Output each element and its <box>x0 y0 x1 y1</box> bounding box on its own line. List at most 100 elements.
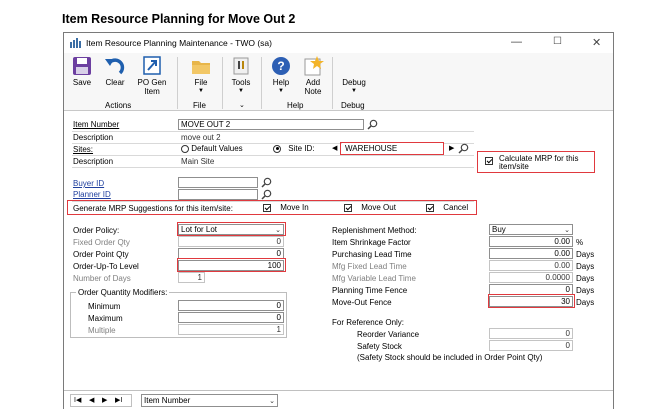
ribbon-toolbar: Save Clear PO Gen Item Actions File ▼ Fi… <box>64 53 613 111</box>
help-icon: ? <box>270 56 292 76</box>
maximize-button[interactable]: ☐ <box>553 36 562 47</box>
maintenance-window: Item Resource Planning Maintenance - TWO… <box>63 32 614 409</box>
default-values-radio[interactable] <box>181 144 189 153</box>
sort-by-select[interactable]: Item Number ⌄ <box>141 394 278 407</box>
purchasing-lead-time-field[interactable]: 0.00 <box>489 248 573 259</box>
multiple-field: 1 <box>178 324 284 335</box>
planning-time-fence-label: Planning Time Fence <box>332 286 408 295</box>
order-up-to-label: Order-Up-To Level <box>73 262 139 271</box>
mfg-variable-lead-time-field: 0.0000 <box>489 272 573 283</box>
fixed-order-qty-field: 0 <box>178 236 284 247</box>
reorder-variance-field: 0 <box>489 328 573 339</box>
group-debug: Debug <box>341 101 365 110</box>
move-in-option[interactable]: Move In <box>263 203 309 212</box>
days-unit: Days <box>576 298 595 307</box>
minimize-button[interactable]: — <box>511 36 522 48</box>
next-record-button[interactable]: ▶ <box>102 395 107 406</box>
buyer-id-field[interactable] <box>178 177 258 188</box>
next-site-button[interactable]: ▶ <box>449 144 454 152</box>
move-in-checkbox[interactable] <box>263 203 271 212</box>
default-values-option[interactable]: Default Values <box>181 144 243 153</box>
group-actions: Actions <box>105 101 132 110</box>
order-point-qty-label: Order Point Qty <box>73 250 129 259</box>
minimum-field[interactable]: 0 <box>178 300 284 311</box>
chevron-down-icon: ▼ <box>278 88 284 94</box>
title-bar: Item Resource Planning Maintenance - TWO… <box>64 33 613 53</box>
move-out-checkbox[interactable] <box>344 203 352 212</box>
site-id-radio[interactable] <box>273 144 281 153</box>
days-unit: Days <box>576 250 595 259</box>
planner-id-field[interactable] <box>178 189 258 200</box>
save-icon <box>71 56 93 76</box>
previous-site-button[interactable]: ◀ <box>332 144 337 152</box>
days-unit: Days <box>576 274 595 283</box>
replenishment-method-label: Replenishment Method: <box>332 226 417 235</box>
item-lookup-icon[interactable] <box>367 119 378 130</box>
close-button[interactable]: ✕ <box>592 36 601 49</box>
calc-mrp-label: Calculate MRP for this item/site <box>499 154 579 171</box>
order-up-to-highlight <box>177 222 286 236</box>
mfg-fixed-lead-time-field: 0.00 <box>489 260 573 271</box>
shrinkage-factor-label: Item Shrinkage Factor <box>332 238 411 247</box>
chevron-down-icon: ▼ <box>198 88 204 94</box>
site-lookup-icon[interactable] <box>458 143 469 154</box>
safety-stock-note: (Safety Stock should be included in Orde… <box>357 353 543 362</box>
fixed-order-qty-label: Fixed Order Qty <box>73 238 130 247</box>
sites-label[interactable]: Sites: <box>73 145 93 154</box>
group-help: Help <box>287 101 304 110</box>
safety-stock-label: Safety Stock <box>357 342 402 351</box>
order-quantity-modifiers-title: Order Quantity Modifiers: <box>76 288 170 297</box>
shrinkage-factor-field[interactable]: 0.00 <box>489 236 573 247</box>
calc-mrp-checkbox[interactable] <box>485 156 493 165</box>
chevron-down-icon: ▼ <box>351 88 357 94</box>
file-menu-button[interactable]: File ▼ <box>188 56 214 96</box>
move-out-fence-label: Move-Out Fence <box>332 298 392 307</box>
generate-mrp-label: Generate MRP Suggestions for this item/s… <box>73 204 233 213</box>
debug-menu-button[interactable]: Debug ▼ <box>338 56 370 96</box>
item-number-label[interactable]: Item Number <box>73 120 119 129</box>
cancel-checkbox[interactable] <box>426 203 434 212</box>
tools-menu-button[interactable]: Tools ▼ <box>228 56 254 96</box>
reorder-variance-label: Reorder Variance <box>357 330 420 339</box>
group-file: File <box>193 101 206 110</box>
first-record-button[interactable]: I◀ <box>74 395 81 406</box>
order-policy-label: Order Policy: <box>73 226 120 235</box>
planner-id-label[interactable]: Planner ID <box>73 190 111 199</box>
move-out-option[interactable]: Move Out <box>344 203 396 212</box>
site-description-label: Description <box>73 157 114 166</box>
last-record-button[interactable]: ▶I <box>115 395 122 406</box>
record-navigation-bar: I◀ ◀ ▶ ▶I Item Number ⌄ <box>64 390 613 409</box>
tools-icon <box>230 56 252 76</box>
app-icon <box>70 38 82 48</box>
add-note-button[interactable]: Add Note <box>299 56 327 96</box>
planner-lookup-icon[interactable] <box>261 189 272 200</box>
number-of-days-field: 1 <box>178 272 205 283</box>
tools-dropdown-arrow: ⌄ <box>239 102 245 109</box>
buyer-lookup-icon[interactable] <box>261 177 272 188</box>
replenishment-method-select[interactable]: Buy ⌄ <box>489 224 573 235</box>
svg-text:?: ? <box>277 59 284 73</box>
page-title: Item Resource Planning for Move Out 2 <box>62 12 296 26</box>
window-title: Item Resource Planning Maintenance - TWO… <box>86 38 272 48</box>
minimum-label: Minimum <box>88 302 121 311</box>
maximum-label: Maximum <box>88 314 123 323</box>
move-out-fence-highlight <box>488 294 575 308</box>
clear-button[interactable]: Clear <box>102 56 128 87</box>
purchasing-lead-time-label: Purchasing Lead Time <box>332 250 412 259</box>
multiple-label: Multiple <box>88 326 116 335</box>
item-number-field[interactable]: MOVE OUT 2 <box>178 119 364 130</box>
save-button[interactable]: Save <box>70 56 94 87</box>
po-gen-item-button[interactable]: PO Gen Item <box>135 56 169 96</box>
help-menu-button[interactable]: ? Help ▼ <box>268 56 294 96</box>
site-id-highlight <box>340 142 444 155</box>
mfg-fixed-lead-time-label: Mfg Fixed Lead Time <box>332 262 407 271</box>
mfg-variable-lead-time-label: Mfg Variable Lead Time <box>332 274 416 283</box>
buyer-id-label[interactable]: Buyer ID <box>73 179 104 188</box>
cancel-option[interactable]: Cancel <box>426 203 468 212</box>
previous-record-button[interactable]: ◀ <box>89 395 94 406</box>
for-reference-only-label: For Reference Only: <box>332 318 405 327</box>
ribbon-separator <box>177 57 178 109</box>
maximum-field[interactable]: 0 <box>178 312 284 323</box>
site-id-option[interactable]: Site ID: <box>273 144 314 153</box>
ribbon-separator <box>261 57 262 109</box>
